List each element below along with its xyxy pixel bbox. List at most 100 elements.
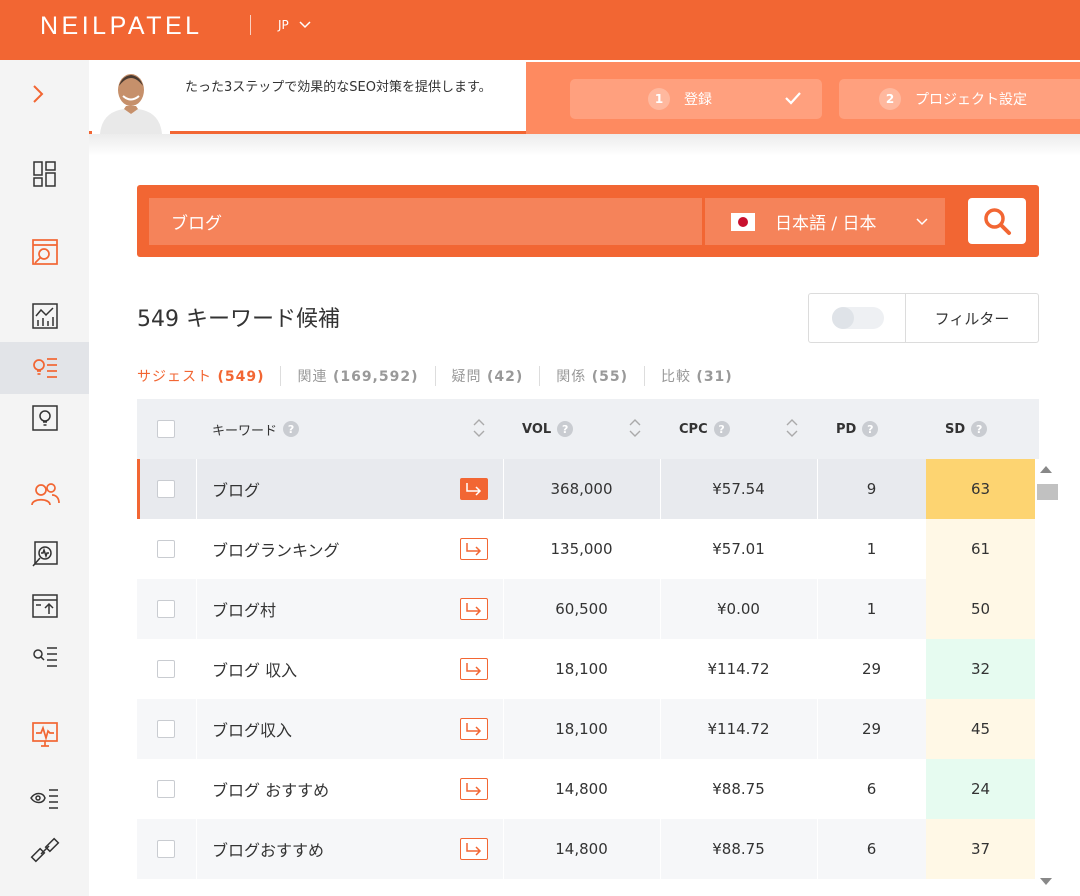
volume-cell: 18,100 [555,660,608,678]
sidebar-item-rank-tracking[interactable] [0,528,89,580]
table-header: キーワード ? VOL ? CPC ? PD ? SD ? [137,399,1039,459]
language-location-select[interactable]: 日本語 / 日本 [705,198,945,245]
sidebar-item-content-ideas[interactable] [0,392,89,444]
row-select-cell [157,639,175,699]
select-all-checkbox[interactable] [157,420,175,438]
sidebar-item-site-audit[interactable] [0,226,89,278]
keyword-cell[interactable]: ブログランキング [212,519,340,579]
keyword-overview-button[interactable] [460,538,488,560]
keyword-overview-button[interactable] [460,778,488,800]
table-row[interactable]: ブログ収入 18,100 ¥114.72 29 45 [137,699,1035,759]
chevron-down-icon [916,218,928,226]
row-checkbox[interactable] [157,540,175,558]
table-row[interactable]: ブログ 収入 18,100 ¥114.72 29 32 [137,639,1035,699]
column-divider [196,579,197,639]
keyword-overview-button[interactable] [460,478,488,500]
tab-related[interactable]: 関連 (169,592) [297,366,436,386]
tab-suggestions[interactable]: サジェスト (549) [137,366,282,386]
column-header-sd[interactable]: SD ? [945,399,988,459]
keyword-table-body: ブログ 368,000 ¥57.54 9 63 ブログランキング 135,000 ¥57.01… [137,459,1035,896]
table-row[interactable]: ブログおすすめ 14,800 ¥88.75 6 37 [137,819,1035,879]
help-icon[interactable]: ? [862,421,879,437]
column-header-keyword[interactable]: キーワード ? [212,399,300,459]
language-selector[interactable]: JP [278,18,311,32]
keyword-cell[interactable]: ブログ 収入 [212,639,297,699]
row-checkbox[interactable] [157,780,175,798]
sidebar-item-keyword-ideas[interactable] [0,342,89,394]
sd-cell: 45 [926,699,1035,759]
table-row[interactable]: ブログ 368,000 ¥57.54 9 63 [137,459,1035,519]
dashboard-icon [32,161,56,187]
sort-icon[interactable] [785,417,799,439]
sidebar-item-dashboard[interactable] [0,148,89,200]
tab-label: 比較 [660,369,691,385]
filter-button[interactable]: フィルター [906,294,1038,342]
column-header-vol[interactable]: VOL ? [522,399,574,459]
sidebar-item-backlinks[interactable] [0,824,89,876]
volume-cell: 135,000 [550,540,613,558]
sidebar-expand-button[interactable] [26,82,50,106]
table-scrollbar[interactable] [1035,459,1056,896]
row-checkbox[interactable] [157,480,175,498]
column-label: CPC [679,421,708,437]
cpc-cell: ¥114.72 [707,720,770,738]
tab-label: 関係 [556,369,587,385]
help-icon[interactable]: ? [557,421,574,437]
tab-prepositions[interactable]: 関係 (55) [556,366,645,386]
row-checkbox[interactable] [157,840,175,858]
neilpatel-logo[interactable]: NEILPATEL [40,12,203,41]
sort-icon[interactable] [628,417,642,439]
table-row[interactable]: ブログランキング 135,000 ¥57.01 1 61 [137,519,1035,579]
chevron-right-icon [33,85,44,103]
site-audit-icon [31,239,58,265]
sidebar-item-visibility[interactable] [0,772,89,824]
scroll-thumb[interactable] [1037,484,1058,500]
help-icon[interactable]: ? [713,421,730,437]
banner-shadow [89,134,1080,156]
cpc-cell: ¥114.72 [707,660,770,678]
row-checkbox[interactable] [157,600,175,618]
pd-cell: 6 [866,780,877,798]
keyword-overview-button[interactable] [460,838,488,860]
column-header-pd[interactable]: PD ? [836,399,879,459]
table-row[interactable]: ブログ おすすめ 14,800 ¥88.75 6 24 [137,759,1035,819]
search-icon [984,208,1011,235]
sd-cell: 61 [926,519,1035,579]
column-header-cpc[interactable]: CPC ? [679,399,730,459]
step-project-settings[interactable]: 2 プロジェクト設定 [839,79,1080,119]
column-label: PD [836,421,857,437]
keyword-search-input[interactable]: ブログ [149,198,702,245]
keyword-cell[interactable]: ブログ収入 [212,699,292,759]
redirect-arrow-icon [466,543,482,556]
keyword-cell[interactable]: ブログ おすすめ [212,759,329,819]
tab-questions[interactable]: 疑問 (42) [452,366,541,386]
sort-icon[interactable] [472,417,486,439]
sidebar-item-traffic-upload[interactable] [0,580,89,632]
help-icon[interactable]: ? [283,421,300,437]
table-row[interactable]: ブログ村 60,500 ¥0.00 1 50 [137,579,1035,639]
tab-label: 疑問 [451,369,482,385]
row-checkbox[interactable] [157,720,175,738]
step-register[interactable]: 1 登録 [570,79,822,119]
keyword-overview-button[interactable] [460,718,488,740]
sidebar-item-keyword-list[interactable] [0,632,89,684]
search-button[interactable] [968,198,1026,244]
keyword-overview-button[interactable] [460,598,488,620]
scroll-down-arrow[interactable] [1040,878,1052,885]
keyword-cell[interactable]: ブログ村 [212,579,276,639]
help-icon[interactable]: ? [971,421,988,437]
pd-cell: 29 [861,720,882,738]
chevron-down-icon [299,21,311,29]
keyword-overview-button[interactable] [460,658,488,680]
tab-count: (169,592) [332,369,419,385]
keyword-cell[interactable]: ブログ [212,459,260,519]
step-number: 2 [879,88,901,110]
sidebar-item-competitors[interactable] [0,468,89,520]
keyword-cell[interactable]: ブログおすすめ [212,819,324,879]
tab-comparisons[interactable]: 比較 (31) [661,366,749,386]
row-checkbox[interactable] [157,660,175,678]
sidebar-item-traffic-analytics[interactable] [0,290,89,342]
sidebar-item-site-monitor[interactable] [0,708,89,760]
scroll-up-arrow[interactable] [1040,466,1052,473]
filter-toggle[interactable] [832,307,884,329]
